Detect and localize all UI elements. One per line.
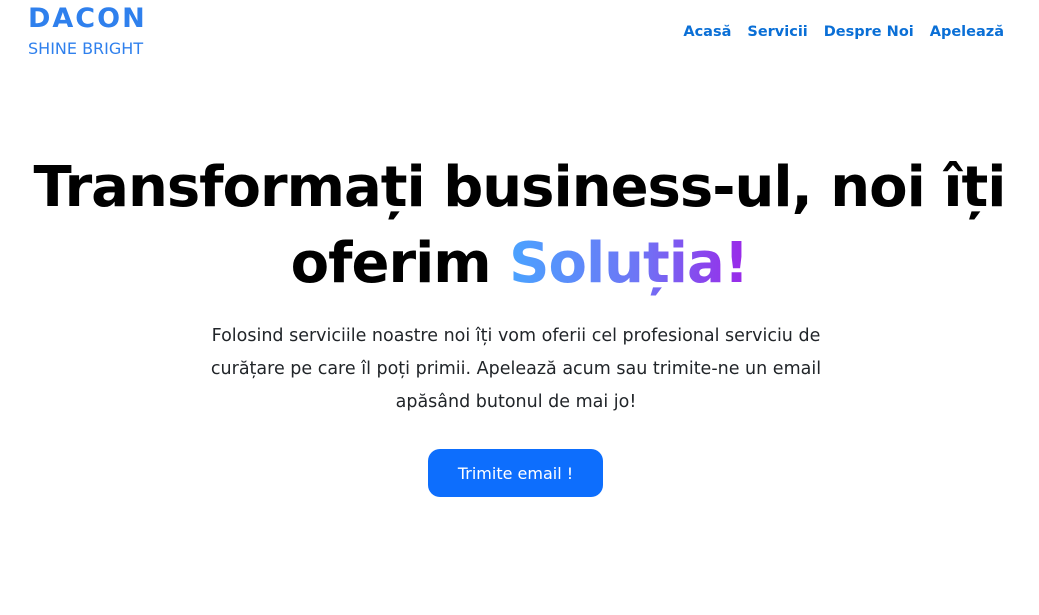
hero-title-line1: Transformați business-ul, noi îți	[33, 155, 1007, 220]
send-email-button[interactable]: Trimite email !	[428, 449, 603, 497]
main-nav: Acasă Servicii Despre Noi Apelează	[683, 22, 1004, 42]
hero-title: Transformați business-ul, noi îți oferim …	[0, 150, 1039, 302]
nav-link-acasa[interactable]: Acasă	[683, 22, 731, 42]
brand-name[interactable]: DACON	[28, 3, 147, 35]
brand-logo[interactable]: DACON SHINE BRIGHT	[28, 3, 147, 59]
landing-page: DACON SHINE BRIGHT Acasă Servicii Despre…	[0, 0, 1039, 615]
hero-description: Folosind serviciile noastre noi îți vom …	[210, 326, 822, 412]
hero-title-highlight: Soluția!	[509, 231, 749, 296]
nav-link-apeleaza[interactable]: Apelează	[930, 22, 1004, 42]
brand-tagline: SHINE BRIGHT	[28, 39, 144, 58]
nav-link-servicii[interactable]: Servicii	[747, 22, 807, 42]
nav-link-despre-noi[interactable]: Despre Noi	[824, 22, 914, 42]
hero-title-line2: oferim	[290, 231, 510, 296]
